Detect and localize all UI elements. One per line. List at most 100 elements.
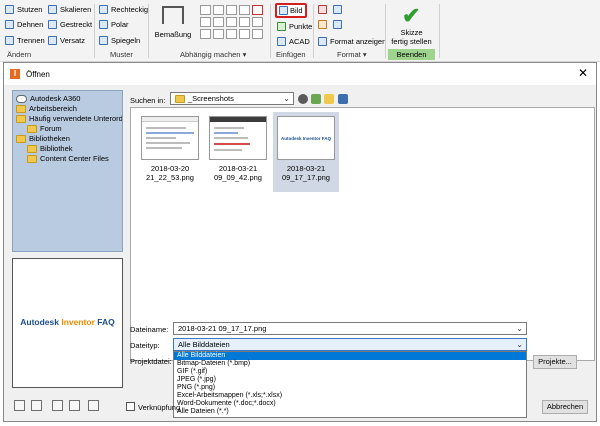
dateityp-option[interactable]: Word-Dokumente (*.doc;*.docx) <box>174 400 526 408</box>
dateityp-option[interactable]: Alle Bilddateien <box>174 352 526 360</box>
extend-icon <box>5 20 14 29</box>
ribbon-separator <box>270 4 271 58</box>
projekte-button[interactable]: Projekte... <box>533 355 577 369</box>
checkmark-icon[interactable]: ✔ <box>402 5 420 27</box>
constraint-icon[interactable] <box>213 17 224 27</box>
options-icon[interactable] <box>52 400 63 411</box>
format-icon-1[interactable] <box>318 5 327 14</box>
constraint-icon[interactable] <box>200 5 211 15</box>
constraint-icon[interactable] <box>239 29 250 39</box>
place-bibliothek[interactable]: Bibliothek <box>27 144 73 153</box>
suchen-in-dropdown[interactable]: _Screenshots ⌄ <box>170 92 294 105</box>
file-thumbnail: Autodesk Inventor FAQ <box>277 116 335 160</box>
dateityp-option[interactable]: Excel-Arbeitsmappen (*.xls;*.xlsx) <box>174 392 526 400</box>
place-arbeitsbereich[interactable]: Arbeitsbereich <box>16 104 77 113</box>
skizze-fertig-button[interactable]: Skizze fertig stellen <box>388 28 435 46</box>
constraint-icon[interactable] <box>226 29 237 39</box>
constraint-icon[interactable] <box>252 17 263 27</box>
place-forum[interactable]: Forum <box>27 124 62 133</box>
constraint-icon[interactable] <box>200 17 211 27</box>
verknuepfung-label: Verknüpfung <box>138 403 181 412</box>
close-icon[interactable]: ✕ <box>578 66 588 80</box>
preview-toggle-icon[interactable] <box>69 400 80 411</box>
places-panel: Autodesk A360 Arbeitsbereich Häufig verw… <box>12 90 123 252</box>
bild-button[interactable]: Bild <box>275 3 307 18</box>
dimension-icon[interactable] <box>162 6 184 24</box>
dialog-title: Öffnen <box>26 69 50 79</box>
gestreckt-button[interactable]: Gestreckt <box>48 20 92 29</box>
format-icon-2[interactable] <box>333 5 342 14</box>
open-dialog: I Öffnen ✕ Autodesk A360 Arbeitsbereich … <box>3 62 597 422</box>
dialog-titlebar: I Öffnen ✕ <box>4 63 596 85</box>
folder-icon <box>27 154 37 163</box>
ribbon-separator <box>313 4 314 58</box>
inventor-icon: I <box>10 69 20 79</box>
chevron-down-icon[interactable]: ▾ <box>363 50 367 59</box>
dateityp-option[interactable]: GIF (*.gif) <box>174 368 526 376</box>
dateityp-option[interactable]: JPEG (*.jpg) <box>174 376 526 384</box>
group-aendern: Ändern <box>7 50 32 59</box>
constraint-icon[interactable] <box>200 29 211 39</box>
verknuepfung-checkbox[interactable] <box>126 402 135 411</box>
back-icon[interactable] <box>298 94 308 104</box>
spiegeln-button[interactable]: Spiegeln <box>99 36 140 45</box>
format-icon-4[interactable] <box>333 20 342 29</box>
scale-icon <box>48 5 57 14</box>
folder-icon <box>27 124 37 133</box>
constraint-icon[interactable] <box>239 17 250 27</box>
skalieren-button[interactable]: Skalieren <box>48 5 91 14</box>
ribbon-separator <box>439 4 440 58</box>
file-tile[interactable]: 2018-03-21 09_09_42.png <box>205 112 271 192</box>
lock-icon[interactable] <box>252 5 263 15</box>
points-icon <box>277 22 286 31</box>
constraint-icon[interactable] <box>226 5 237 15</box>
trennen-button[interactable]: Trennen <box>5 36 45 45</box>
place-a360[interactable]: Autodesk A360 <box>16 94 80 103</box>
format-anzeigen-button[interactable]: Format anzeigen <box>318 37 386 46</box>
offset-icon <box>48 36 57 45</box>
constraint-icon[interactable] <box>226 17 237 27</box>
dateityp-option[interactable]: Bitmap-Dateien (*.bmp) <box>174 360 526 368</box>
up-folder-icon[interactable] <box>311 94 321 104</box>
properties-icon[interactable] <box>88 400 99 411</box>
bemassung-button[interactable]: Bemaßung <box>153 30 193 39</box>
format-icon <box>318 37 327 46</box>
stutzen-button[interactable]: Stutzen <box>5 5 42 14</box>
place-bibliotheken[interactable]: Bibliotheken <box>16 134 70 143</box>
folder-icon <box>16 104 26 113</box>
file-tile[interactable]: 2018-03-20 21_22_53.png <box>137 112 203 192</box>
acad-button[interactable]: ACAD <box>277 37 310 46</box>
constraint-icon[interactable] <box>239 5 250 15</box>
rechteckig-button[interactable]: Rechteckig <box>99 5 148 14</box>
trim-icon <box>5 5 14 14</box>
ribbon-separator <box>148 4 149 58</box>
find-icon[interactable] <box>31 400 42 411</box>
versatz-button[interactable]: Versatz <box>48 36 85 45</box>
file-thumbnail <box>141 116 199 160</box>
new-folder-icon[interactable] <box>324 94 334 104</box>
help-icon[interactable] <box>14 400 25 411</box>
dateityp-dropdown[interactable]: Alle Bilddateien ⌄ <box>173 338 527 351</box>
file-name: 2018-03-21 09_17_17.png <box>282 164 330 182</box>
polar-button[interactable]: Polar <box>99 20 129 29</box>
dateiname-input[interactable]: 2018-03-21 09_17_17.png ⌄ <box>173 322 527 335</box>
constraint-icon[interactable] <box>252 29 263 39</box>
dehnen-button[interactable]: Dehnen <box>5 20 43 29</box>
cloud-icon <box>16 94 27 103</box>
chevron-down-icon[interactable]: ▾ <box>243 50 247 59</box>
dateityp-option[interactable]: Alle Dateien (*.*) <box>174 408 526 416</box>
file-tile-selected[interactable]: Autodesk Inventor FAQ 2018-03-21 09_17_1… <box>273 112 339 192</box>
chevron-down-icon: ⌄ <box>283 94 290 103</box>
punkte-button[interactable]: Punkte <box>277 22 312 31</box>
dateityp-option[interactable]: PNG (*.png) <box>174 384 526 392</box>
folder-icon <box>175 94 185 103</box>
constraint-icon[interactable] <box>213 29 224 39</box>
abbrechen-button[interactable]: Abbrechen <box>542 400 588 414</box>
suchen-in-label: Suchen in: <box>130 96 166 105</box>
format-icon-3[interactable] <box>318 20 327 29</box>
constraint-icon[interactable] <box>213 5 224 15</box>
place-haeufig[interactable]: Häufig verwendete Unterordner <box>16 114 122 123</box>
view-menu-icon[interactable] <box>338 94 348 104</box>
construction-icon <box>318 5 327 14</box>
place-content-center[interactable]: Content Center Files <box>27 154 109 163</box>
